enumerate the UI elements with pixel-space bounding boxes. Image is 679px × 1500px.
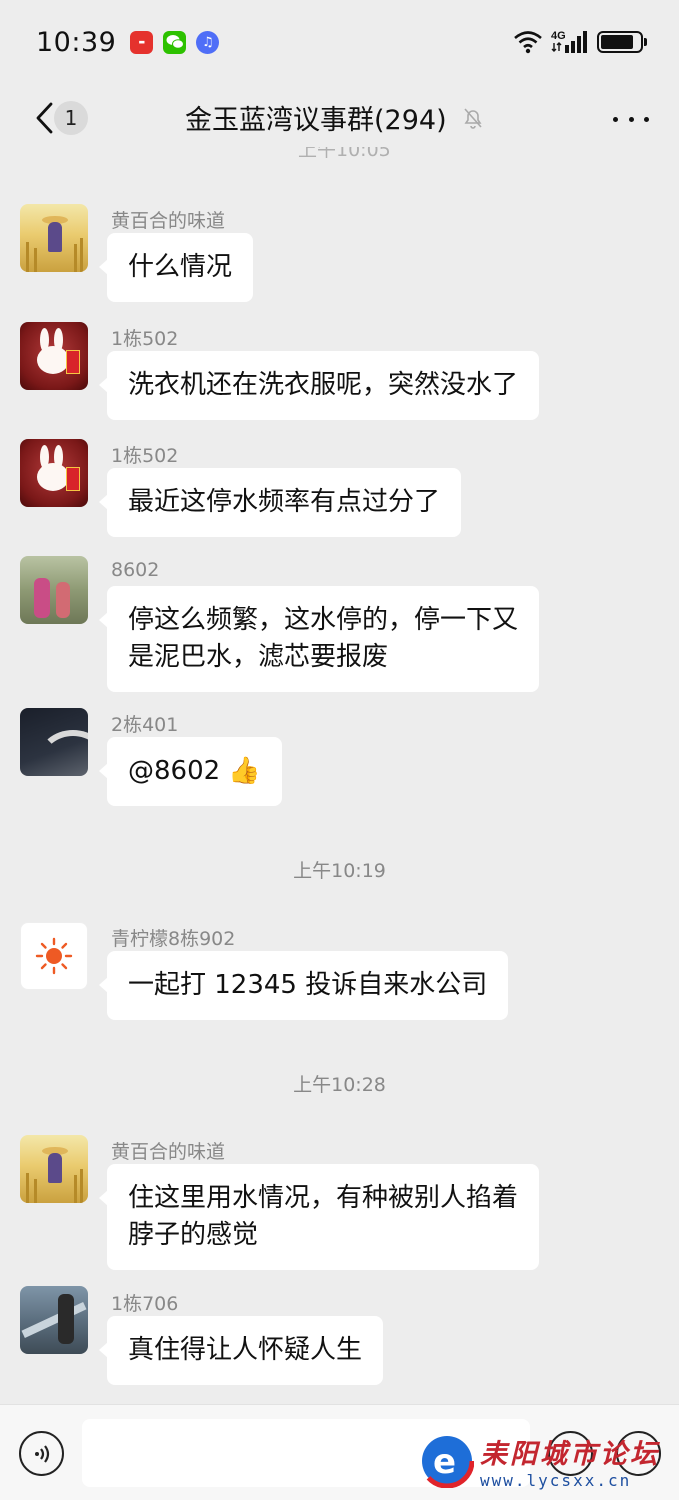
- message-text-line: 住这里用水情况，有种被别人掐着: [128, 1183, 519, 1213]
- music-icon: ♫: [196, 30, 220, 54]
- time-divider: 上午10:19: [293, 860, 386, 882]
- page-title: 金玉蓝湾议事群(294): [185, 105, 447, 136]
- sender-name: 黄百合的味道: [111, 1141, 226, 1163]
- avatar[interactable]: [20, 322, 88, 390]
- forum-logo: e: [419, 1433, 475, 1489]
- message-bubble[interactable]: 一起打 12345 投诉自来水公司: [98, 951, 509, 1020]
- wifi-icon: [514, 31, 542, 54]
- bell-off-icon: [464, 107, 482, 129]
- sun-icon: [35, 937, 73, 975]
- avatar[interactable]: [20, 204, 88, 272]
- time-divider: 上午10:28: [293, 1074, 386, 1096]
- message-bubble[interactable]: 停这么频繁，这水停的，停一下又 是泥巴水，滤芯要报废: [98, 586, 540, 692]
- sender-name: 1栋706: [111, 1293, 179, 1315]
- avatar[interactable]: [20, 439, 88, 507]
- more-dot: [644, 116, 649, 122]
- avatar[interactable]: [20, 556, 88, 624]
- watermark-title: 耒阳城市论坛: [480, 1439, 660, 1470]
- avatar[interactable]: [20, 708, 88, 776]
- message-bubble[interactable]: 什么情况: [98, 233, 254, 302]
- message-text: 最近这停水频率有点过分了: [128, 487, 441, 517]
- avatar[interactable]: [20, 1135, 88, 1203]
- battery-icon: [597, 31, 647, 53]
- message-bubble[interactable]: 最近这停水频率有点过分了: [98, 468, 462, 537]
- title-area: 金玉蓝湾议事群(294): [185, 98, 485, 137]
- voice-button[interactable]: [19, 1431, 64, 1476]
- watermark-text: 耒阳城市论坛 www.lycsxx.cn: [480, 1432, 660, 1490]
- svg-text:e: e: [433, 1442, 456, 1482]
- message-bubble[interactable]: @8602 👍: [99, 737, 282, 806]
- sender-name: 8602: [111, 559, 160, 581]
- huawei-app-icon: ▬: [130, 30, 154, 54]
- message-text: @8602 👍: [128, 756, 261, 786]
- clipped-time-divider: 上午10:05: [298, 147, 391, 159]
- chevron-left-icon: [36, 102, 53, 134]
- sender-name: 青柠檬8栋902: [111, 928, 236, 950]
- message-bubble[interactable]: 真住得让人怀疑人生: [98, 1316, 384, 1385]
- battery-level: [601, 35, 634, 49]
- message-text-line: 停这么频繁，这水停的，停一下又: [128, 605, 519, 635]
- voice-icon: [34, 1444, 49, 1463]
- more-dot: [628, 116, 634, 122]
- svg-text:4G: 4G: [551, 30, 566, 42]
- watermark-url: www.lycsxx.cn: [480, 1471, 632, 1490]
- message-text: 真住得让人怀疑人生: [128, 1335, 363, 1365]
- cell-signal-icon: 4G: [551, 30, 587, 53]
- wechat-icon: [163, 30, 187, 54]
- sender-name: 黄百合的味道: [111, 210, 226, 232]
- watermark: e 耒阳城市论坛 www.lycsxx.cn: [419, 1428, 679, 1494]
- status-right: 4G: [513, 29, 647, 55]
- message-text: 一起打 12345 投诉自来水公司: [128, 970, 488, 1000]
- status-bar: 10:39 ▬ ♫ 4G: [0, 0, 679, 84]
- message-text: 洗衣机还在洗衣服呢，突然没水了: [128, 370, 519, 400]
- avatar[interactable]: [20, 1286, 88, 1354]
- message-bubble[interactable]: 洗衣机还在洗衣服呢，突然没水了: [98, 351, 540, 420]
- sender-name: 1栋502: [111, 328, 179, 350]
- sender-name: 1栋502: [111, 445, 179, 467]
- more-button[interactable]: [613, 104, 649, 134]
- sender-name: 2栋401: [111, 714, 179, 736]
- message-bubble[interactable]: 住这里用水情况，有种被别人掐着 脖子的感觉: [98, 1164, 540, 1270]
- message-text-line: 脖子的感觉: [128, 1220, 259, 1250]
- more-dots-icon: [613, 116, 618, 122]
- status-clock: 10:39: [36, 26, 117, 58]
- message-text: 什么情况: [128, 252, 233, 282]
- avatar[interactable]: [20, 922, 88, 990]
- notification-icons: ▬ ♫: [130, 30, 220, 54]
- chat-header: 1 金玉蓝湾议事群(294): [0, 84, 679, 154]
- unread-count-badge[interactable]: 1: [54, 101, 88, 135]
- message-text-line: 是泥巴水，滤芯要报废: [128, 642, 389, 672]
